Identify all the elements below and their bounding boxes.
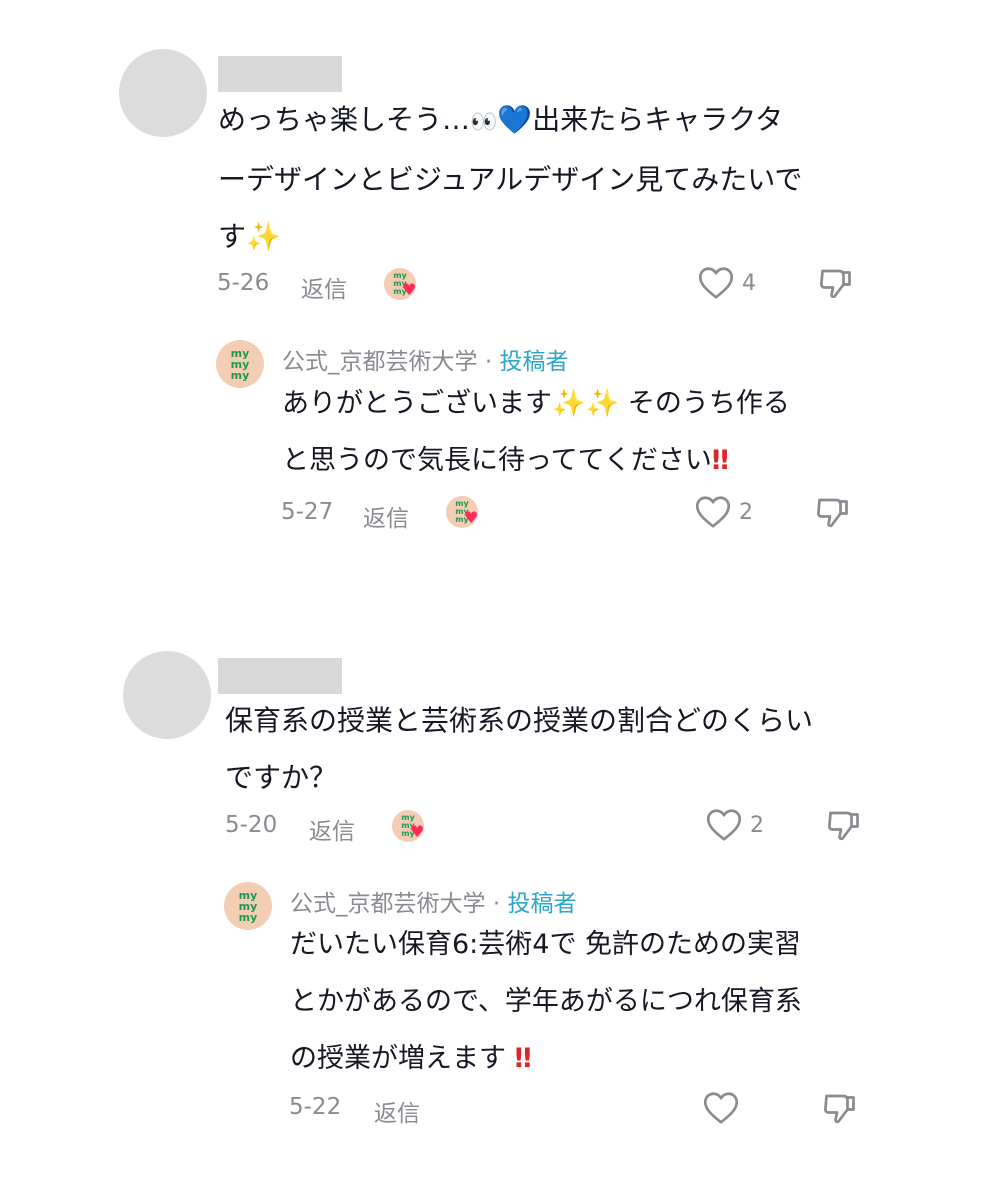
- sparkles-emoji: ✨: [246, 220, 281, 253]
- like-button[interactable]: [698, 266, 734, 300]
- comment-line: ーデザインとビジュアルデザイン見てみたいで: [218, 163, 803, 196]
- reply-line: とかがあるので、学年あがるにつれ保育系: [290, 986, 802, 1017]
- heart-outline-icon: [703, 1092, 739, 1124]
- reply-button[interactable]: 返信: [374, 1094, 420, 1128]
- mymy-logo-avatar[interactable]: my my my: [224, 882, 272, 930]
- author-badge: 投稿者: [507, 891, 577, 917]
- reply-text: だいたい保育6:芸術4で 免許のための実習 とかがあるので、学年あがるにつれ保育…: [290, 916, 802, 1087]
- double-exclamation-emoji: ‼: [711, 445, 729, 476]
- eyes-emoji: 👀: [470, 110, 498, 135]
- thumbs-down-icon: [828, 811, 859, 841]
- double-exclamation-emoji: ‼: [514, 1043, 532, 1074]
- author-name: 公式_京都芸術大学: [290, 891, 486, 917]
- reply-button[interactable]: 返信: [301, 270, 347, 304]
- like-count: 2: [739, 500, 753, 525]
- reply-line: ありがとうございます✨✨ そのうち作る: [282, 388, 790, 419]
- thumbs-down-icon: [820, 269, 851, 299]
- reply-text: ありがとうございます✨✨ そのうち作る と思うので気長に待っててください‼: [282, 375, 790, 489]
- commenter-avatar[interactable]: [119, 49, 207, 137]
- creator-liked-heart-icon: ♥: [402, 280, 417, 299]
- comment-line: ですか？: [225, 761, 338, 794]
- dislike-button[interactable]: [818, 265, 854, 301]
- comment-text: 保育系の授業と芸術系の授業の割合どのくらい ですか？: [225, 692, 813, 806]
- author-name: 公式_京都芸術大学: [282, 349, 478, 375]
- separator-dot: ·: [492, 891, 501, 917]
- comment-text: めっちゃ楽しそう…👀💙出来たらキャラクタ ーデザインとビジュアルデザイン見てみた…: [218, 91, 802, 265]
- comment-line: す✨: [218, 220, 281, 253]
- like-button[interactable]: [706, 808, 742, 842]
- like-count: 2: [750, 813, 764, 838]
- reply-date: 5-27: [281, 499, 334, 525]
- creator-liked-badge: my my my ♥: [384, 268, 418, 302]
- sparkles-emoji: ✨: [552, 388, 586, 419]
- reply-date: 5-22: [289, 1094, 342, 1120]
- separator-dot: ·: [484, 349, 493, 375]
- heart-outline-icon: [698, 267, 734, 299]
- like-button[interactable]: [703, 1091, 739, 1125]
- reply-line: と思うので気長に待っててください‼: [282, 445, 729, 476]
- creator-liked-badge: my my my ♥: [446, 496, 480, 530]
- like-button[interactable]: [695, 495, 731, 529]
- mymy-logo-avatar[interactable]: my my my: [216, 340, 264, 388]
- author-badge: 投稿者: [499, 349, 569, 375]
- comment-date: 5-20: [225, 812, 278, 838]
- reply-button[interactable]: 返信: [363, 499, 409, 533]
- thumbs-down-icon: [824, 1094, 855, 1124]
- reply-button[interactable]: 返信: [309, 812, 355, 846]
- reply-line: だいたい保育6:芸術4で 免許のための実習: [290, 929, 802, 960]
- heart-outline-icon: [695, 496, 731, 528]
- dislike-button[interactable]: [826, 807, 862, 843]
- heart-outline-icon: [706, 809, 742, 841]
- creator-liked-heart-icon: ♥: [410, 822, 425, 841]
- dislike-button[interactable]: [822, 1090, 858, 1126]
- comment-line: めっちゃ楽しそう…👀💙出来たらキャラクタ: [218, 103, 784, 136]
- reply-author[interactable]: 公式_京都芸術大学 · 投稿者: [282, 342, 568, 376]
- like-count: 4: [742, 271, 756, 296]
- thumbs-down-icon: [817, 498, 848, 528]
- comment-line: 保育系の授業と芸術系の授業の割合どのくらい: [225, 704, 814, 737]
- creator-liked-badge: my my my ♥: [392, 810, 426, 844]
- sparkles-emoji: ✨: [585, 388, 620, 419]
- commenter-name-redacted[interactable]: [218, 658, 342, 694]
- commenter-avatar[interactable]: [123, 651, 211, 739]
- reply-author[interactable]: 公式_京都芸術大学 · 投稿者: [290, 884, 576, 918]
- comment-date: 5-26: [217, 270, 270, 296]
- reply-line: の授業が増えます ‼: [290, 1043, 532, 1074]
- commenter-name-redacted[interactable]: [218, 56, 342, 92]
- creator-liked-heart-icon: ♥: [464, 508, 479, 527]
- dislike-button[interactable]: [815, 494, 851, 530]
- blue-heart-emoji: 💙: [497, 103, 533, 136]
